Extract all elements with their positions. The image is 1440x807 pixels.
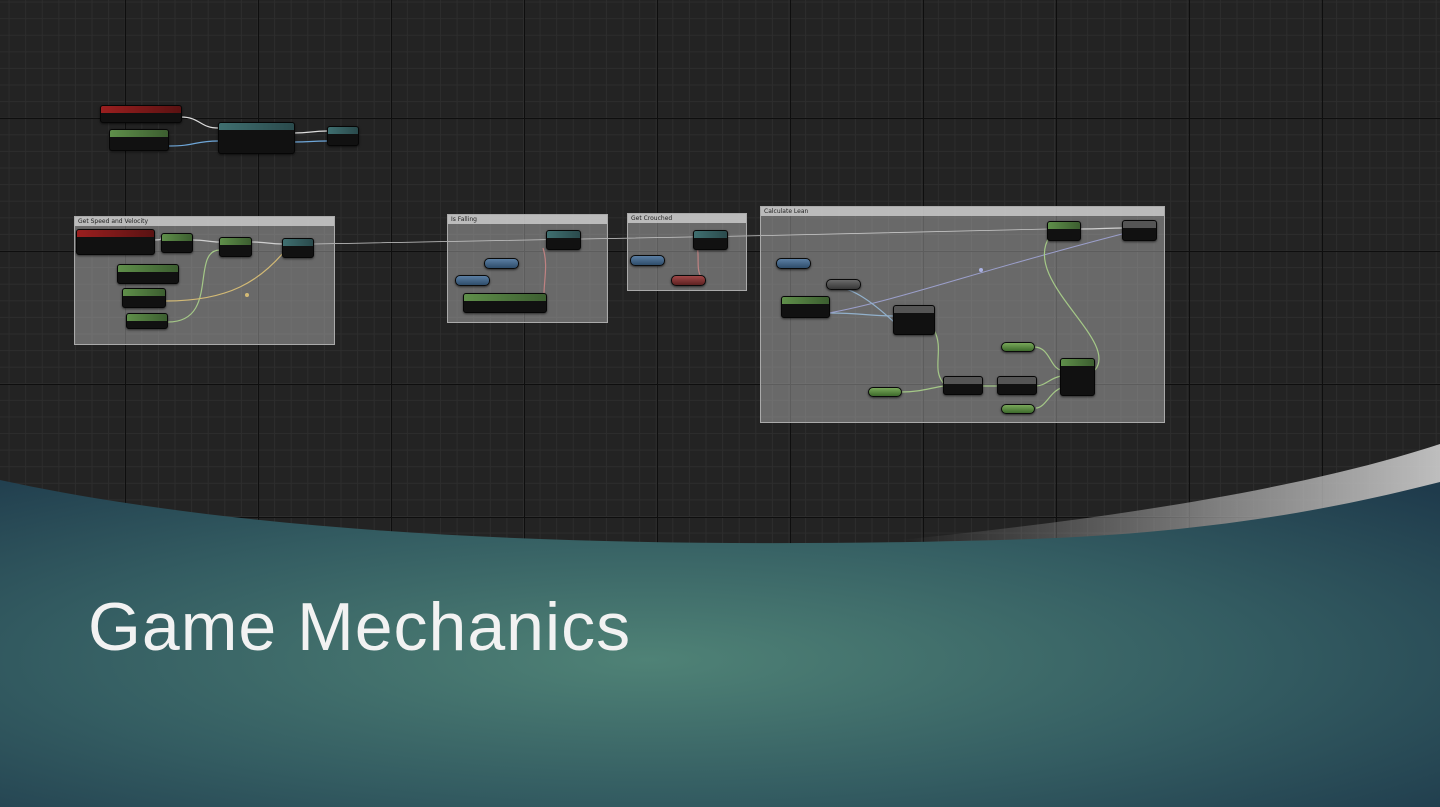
slide: Get Speed and Velocity Is Falling Get Cr… (0, 0, 1440, 807)
slide-title: Game Mechanics (88, 589, 632, 665)
slide-background-shape (0, 444, 1440, 807)
